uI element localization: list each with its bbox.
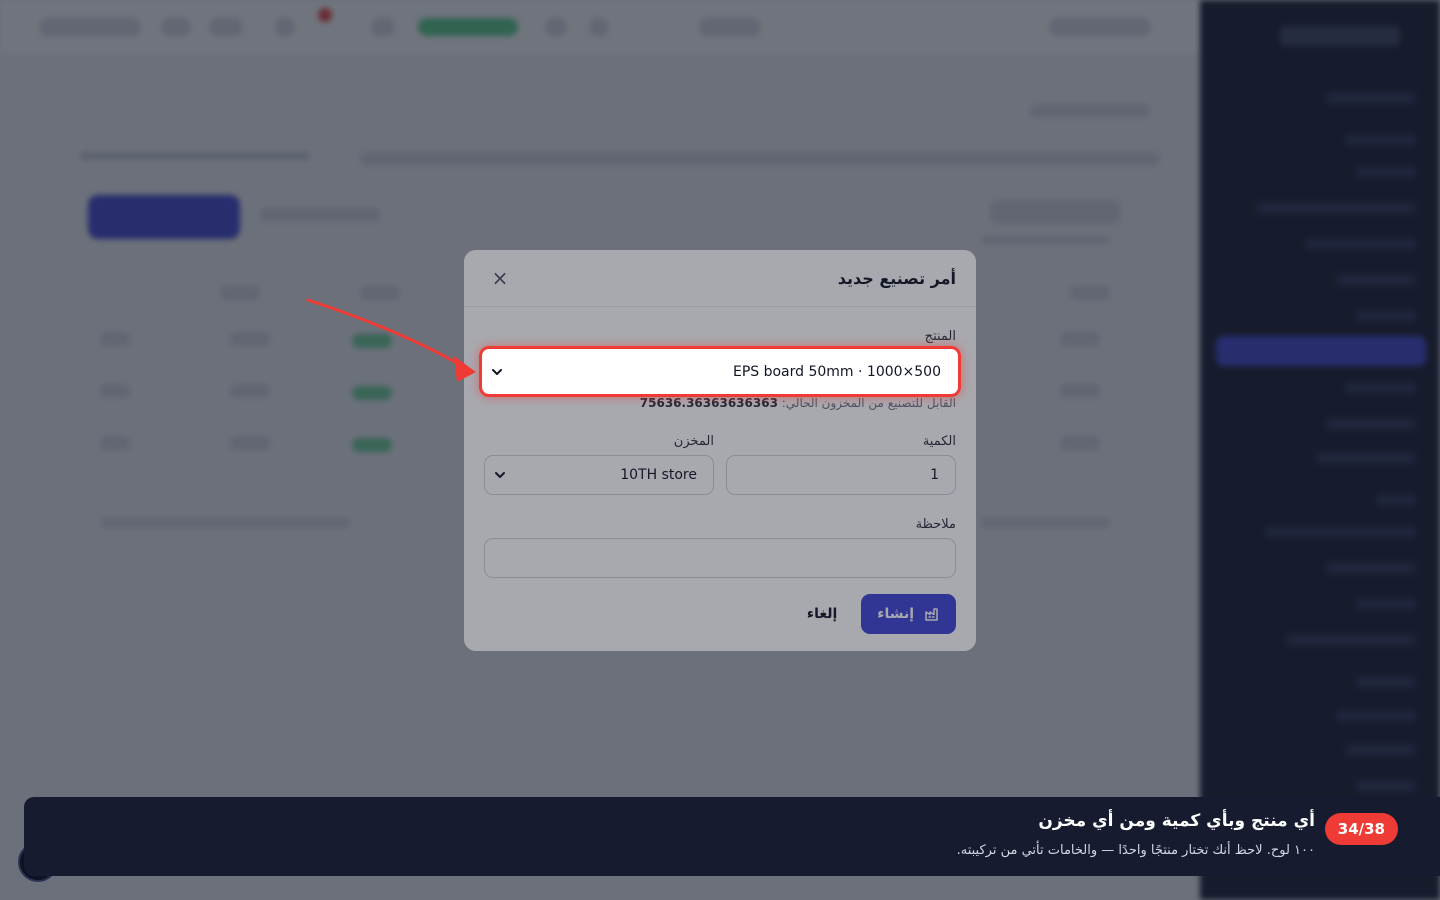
modal-actions: إنشاء إلغاء (484, 594, 956, 654)
tour-title: أي منتج وبأي كمية ومن أي مخزن (1038, 811, 1315, 831)
close-icon[interactable]: × (486, 264, 514, 292)
create-button[interactable]: إنشاء (861, 594, 956, 634)
quantity-column: الكمية 1 (726, 434, 956, 495)
quantity-warehouse-row: الكمية 1 المخزن 10TH store (484, 434, 956, 495)
chevron-down-icon (492, 368, 502, 375)
note-field: ملاحظة (484, 517, 956, 578)
available-hint: القابل للتصنيع من المخزون الحالي: 75636.… (484, 396, 956, 410)
tour-step-badge: 34/38 (1324, 813, 1398, 845)
quantity-label: الكمية (922, 434, 956, 449)
new-manufacturing-order-modal: أمر تصنيع جديد × المنتج القابل للتصنيع م… (464, 250, 976, 651)
tour-description: ١٠٠ لوح. لاحظ أنك تختار منتجًا واحدًا — … (956, 843, 1315, 858)
create-button-label: إنشاء (877, 606, 914, 622)
note-input[interactable] (484, 538, 956, 578)
tour-bar: 34/38 أي منتج وبأي كمية ومن أي مخزن ١٠٠ … (24, 797, 1440, 876)
modal-title: أمر تصنيع جديد (837, 268, 956, 288)
chevron-down-icon (495, 472, 505, 478)
product-select[interactable]: EPS board 50mm · 1000×500 (485, 352, 955, 391)
warehouse-column: المخزن 10TH store (484, 434, 714, 495)
warehouse-select[interactable]: 10TH store (484, 455, 714, 495)
cancel-button[interactable]: إلغاء (807, 606, 837, 622)
warehouse-label: المخزن (673, 434, 714, 449)
product-select-highlight: EPS board 50mm · 1000×500 (479, 346, 961, 397)
available-hint-prefix: القابل للتصنيع من المخزون الحالي: (781, 396, 956, 410)
warehouse-value: 10TH store (620, 467, 697, 483)
product-value: EPS board 50mm · 1000×500 (732, 363, 941, 380)
modal-header: أمر تصنيع جديد × (464, 250, 976, 307)
note-label: ملاحظة (915, 517, 956, 532)
quantity-input[interactable]: 1 (726, 455, 956, 495)
product-label: المنتج (924, 329, 956, 344)
factory-icon (925, 608, 938, 621)
available-hint-value: 75636.36363636363 (639, 396, 778, 410)
